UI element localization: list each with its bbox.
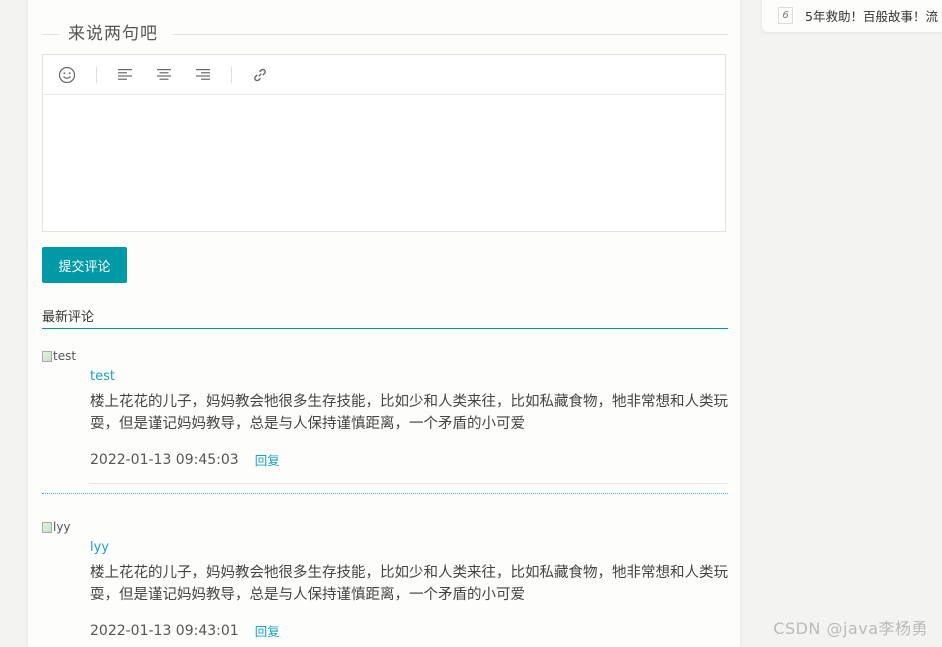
toolbar-separator [231, 67, 232, 83]
avatar-alt-text: lyy [53, 520, 71, 534]
sidebar-ranking-card: 6 5年救助！百般故事！流 [762, 0, 942, 32]
legend-line-right [172, 34, 728, 35]
latest-comments-underline [42, 328, 728, 329]
avatar-alt-text: test [53, 349, 77, 363]
comment-content: 楼上花花的儿子，妈妈教会牠很多生存技能，比如少和人类来往，比如私藏食物，牠非常想… [90, 394, 728, 432]
submit-comment-button[interactable]: 提交评论 [42, 247, 127, 283]
page: 来说两句吧 提交评论 最新评论 test test 楼上花花的儿子，妈妈教会牠很… [0, 0, 942, 647]
align-center-icon[interactable] [154, 65, 174, 85]
avatar: lyy [42, 520, 71, 534]
emoji-icon[interactable] [57, 65, 77, 85]
latest-comments-title: 最新评论 [42, 310, 95, 325]
toolbar-separator [96, 67, 97, 83]
comment-section-title: 来说两句吧 [68, 24, 158, 44]
link-icon[interactable] [250, 65, 270, 85]
reply-link[interactable]: 回复 [255, 621, 280, 640]
rank-badge: 6 [778, 7, 793, 24]
comment-content: 楼上花花的儿子，妈妈教会牠很多生存技能，比如少和人类来往，比如私藏食物，牠非常想… [90, 565, 728, 603]
comment-section-header: 来说两句吧 [42, 24, 728, 44]
align-left-icon[interactable] [115, 65, 135, 85]
broken-image-icon [42, 350, 52, 362]
comment-timestamp: 2022-01-13 09:45:03 [90, 451, 239, 468]
watermark: CSDN @java李杨勇 [773, 619, 928, 638]
comment-meta: 2022-01-13 09:43:01 回复 [90, 621, 280, 640]
reply-link[interactable]: 回复 [255, 450, 280, 469]
align-right-icon[interactable] [193, 65, 213, 85]
avatar: test [42, 349, 76, 363]
legend-line-left [42, 34, 60, 35]
broken-image-icon [42, 521, 52, 533]
comment-username[interactable]: test [90, 369, 115, 384]
comment-username[interactable]: lyy [90, 540, 109, 555]
comment-editor [42, 54, 726, 232]
comment-meta: 2022-01-13 09:45:03 回复 [90, 450, 280, 469]
comment-divider [90, 483, 728, 484]
comment-timestamp: 2022-01-13 09:43:01 [90, 622, 239, 639]
comment-text-area[interactable] [43, 95, 725, 231]
editor-toolbar [43, 55, 725, 95]
comment-card: 来说两句吧 提交评论 最新评论 test test 楼上花花的儿子，妈妈教会牠很… [28, 0, 740, 647]
sidebar-item-link[interactable]: 5年救助！百般故事！流 [805, 6, 938, 25]
comment-separator [42, 493, 728, 494]
